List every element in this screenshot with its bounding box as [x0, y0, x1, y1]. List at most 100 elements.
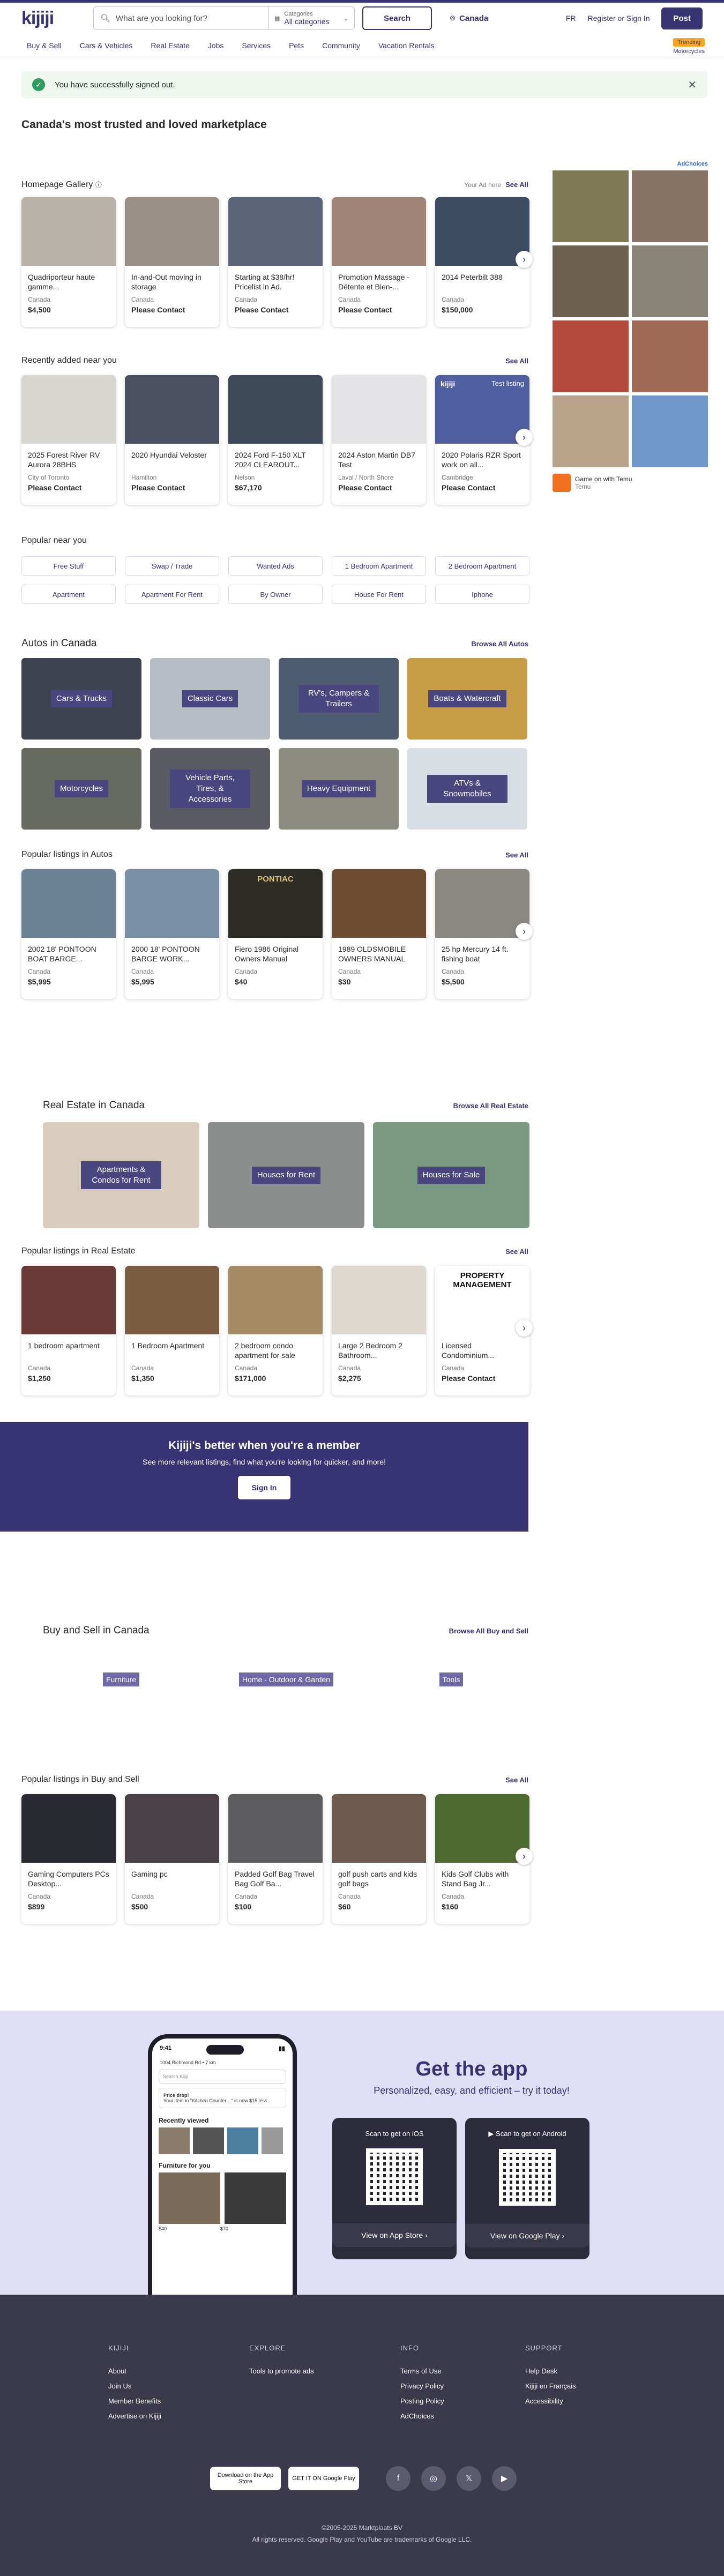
- category-select[interactable]: ▦ Categories All categories ⌄: [268, 7, 354, 29]
- footer-link[interactable]: Member Benefits: [108, 2397, 161, 2405]
- popular-search-pill[interactable]: Iphone: [435, 585, 529, 604]
- popular-search-pill[interactable]: Wanted Ads: [228, 556, 323, 576]
- footer-link[interactable]: Accessibility: [525, 2397, 576, 2405]
- post-ad-button[interactable]: Post: [661, 7, 703, 29]
- auto-category-tile[interactable]: Heavy Equipment: [279, 748, 399, 830]
- buy-sell-category-tile[interactable]: Furniture: [43, 1672, 199, 1686]
- ad-image[interactable]: [632, 395, 708, 467]
- listing-card[interactable]: golf push carts and kids golf bags Canada…: [332, 1794, 426, 1924]
- listing-card[interactable]: 1 bedroom apartment Canada $1,250: [21, 1266, 116, 1395]
- listing-card[interactable]: Gaming Computers PCs Desktop... Canada $89…: [21, 1794, 116, 1924]
- listing-card[interactable]: Quadriporteur haute gamme... Canada $4,500: [21, 197, 116, 327]
- real-estate-category-tile[interactable]: Apartments & Condos for Rent: [43, 1122, 199, 1228]
- youtube-icon[interactable]: ▶: [492, 2466, 517, 2491]
- browse-buy-sell-link[interactable]: Browse All Buy and Sell: [449, 1627, 528, 1635]
- footer-link[interactable]: Join Us: [108, 2382, 161, 2390]
- popular-search-pill[interactable]: House For Rent: [332, 585, 426, 604]
- footer-link[interactable]: Kijiji en Français: [525, 2382, 576, 2390]
- buy-sell-category-tile[interactable]: Home - Outdoor & Garden: [208, 1672, 364, 1686]
- nav-item[interactable]: Real Estate: [151, 41, 189, 50]
- listing-card[interactable]: Padded Golf Bag Travel Bag Golf Ba... Can…: [228, 1794, 323, 1924]
- language-toggle[interactable]: FR: [566, 14, 576, 23]
- location-selector[interactable]: ⌾ Canada: [450, 14, 488, 23]
- nav-item[interactable]: Community: [322, 41, 360, 50]
- listing-card[interactable]: kijiji Test listing 2020 Polaris RZR Sport…: [435, 375, 529, 505]
- footer-link[interactable]: Help Desk: [525, 2367, 576, 2375]
- x-twitter-icon[interactable]: 𝕏: [457, 2466, 481, 2491]
- nav-item[interactable]: Services: [242, 41, 271, 50]
- see-all-link[interactable]: See All: [505, 1248, 528, 1256]
- footer-link[interactable]: Privacy Policy: [400, 2382, 444, 2390]
- ad-image[interactable]: [632, 245, 708, 317]
- nav-item[interactable]: Cars & Vehicles: [80, 41, 133, 50]
- nav-item[interactable]: Vacation Rentals: [378, 41, 435, 50]
- listing-card[interactable]: 2024 Ford F-150 XLT 2024 CLEAROUT... Nels…: [228, 375, 323, 505]
- next-arrow-button[interactable]: ›: [516, 251, 533, 268]
- close-icon[interactable]: ✕: [688, 78, 697, 92]
- listing-card[interactable]: 1 Bedroom Apartment Canada $1,350: [125, 1266, 219, 1395]
- listing-card[interactable]: Gaming pc Canada $500: [125, 1794, 219, 1924]
- auto-category-tile[interactable]: ATVs & Snowmobiles: [407, 748, 527, 830]
- listing-card[interactable]: 2000 18' PONTOON BARGE WORK... Canada $5,9…: [125, 869, 219, 999]
- register-signin-link[interactable]: Register or Sign In: [588, 14, 650, 23]
- listing-card[interactable]: PONTIAC Fiero 1986 Original Owners Manual…: [228, 869, 323, 999]
- next-arrow-button[interactable]: ›: [516, 1319, 533, 1336]
- listing-card[interactable]: 2025 Forest River RV Aurora 28BHS City of…: [21, 375, 116, 505]
- info-icon[interactable]: ⓘ: [95, 181, 102, 189]
- next-arrow-button[interactable]: ›: [516, 923, 533, 940]
- facebook-icon[interactable]: f: [386, 2466, 410, 2491]
- see-all-link[interactable]: See All: [505, 1776, 528, 1784]
- auto-category-tile[interactable]: Boats & Watercraft: [407, 658, 527, 740]
- popular-search-pill[interactable]: Swap / Trade: [125, 556, 219, 576]
- nav-item[interactable]: Pets: [289, 41, 304, 50]
- trending-badge[interactable]: Trending Motorcycles: [673, 38, 705, 55]
- listing-card[interactable]: PROPERTY MANAGEMENT Licensed Condominium.…: [435, 1266, 529, 1395]
- footer-link[interactable]: AdChoices: [400, 2412, 444, 2420]
- app-store-link[interactable]: View on App Store ›: [332, 2223, 457, 2247]
- auto-category-tile[interactable]: Vehicle Parts, Tires, & Accessories: [150, 748, 270, 830]
- ad-image[interactable]: [553, 245, 629, 317]
- kijiji-logo[interactable]: kijiji: [21, 8, 86, 29]
- footer-link[interactable]: Advertise on Kijiji: [108, 2412, 161, 2420]
- real-estate-category-tile[interactable]: Houses for Rent: [208, 1122, 364, 1228]
- instagram-icon[interactable]: ◎: [421, 2466, 446, 2491]
- nav-item[interactable]: Jobs: [208, 41, 224, 50]
- ad-image-grid[interactable]: [553, 170, 708, 467]
- ad-image[interactable]: [553, 395, 629, 467]
- app-store-badge[interactable]: Download on the App Store: [210, 2467, 281, 2490]
- real-estate-category-tile[interactable]: Houses for Sale: [373, 1122, 529, 1228]
- see-all-link[interactable]: See All: [505, 181, 528, 189]
- auto-category-tile[interactable]: Motorcycles: [21, 748, 141, 830]
- listing-card[interactable]: 2020 Hyundai Veloster Hamilton Please Cont…: [125, 375, 219, 505]
- listing-card[interactable]: Starting at $38/hr! Pricelist in Ad. Cana…: [228, 197, 323, 327]
- footer-link[interactable]: Tools to promote ads: [249, 2367, 314, 2375]
- footer-link[interactable]: Terms of Use: [400, 2367, 444, 2375]
- footer-link[interactable]: About: [108, 2367, 161, 2375]
- popular-search-pill[interactable]: Free Stuff: [21, 556, 116, 576]
- ad-image[interactable]: [632, 170, 708, 242]
- popular-search-pill[interactable]: 2 Bedroom Apartment: [435, 556, 529, 576]
- see-all-link[interactable]: See All: [505, 357, 528, 365]
- popular-search-pill[interactable]: Apartment: [21, 585, 116, 604]
- listing-card[interactable]: 2024 Aston Martin DB7 Test Laval / North …: [332, 375, 426, 505]
- google-play-link[interactable]: View on Google Play ›: [465, 2224, 589, 2248]
- ad-image[interactable]: [553, 320, 629, 392]
- auto-category-tile[interactable]: RV's, Campers & Trailers: [279, 658, 399, 740]
- popular-search-pill[interactable]: By Owner: [228, 585, 323, 604]
- popular-search-pill[interactable]: 1 Bedroom Apartment: [332, 556, 426, 576]
- footer-link[interactable]: Posting Policy: [400, 2397, 444, 2405]
- sign-in-button[interactable]: Sign In: [237, 1476, 291, 1499]
- ad-image[interactable]: [632, 320, 708, 392]
- nav-item[interactable]: Buy & Sell: [27, 41, 62, 50]
- auto-category-tile[interactable]: Cars & Trucks: [21, 658, 141, 740]
- see-all-link[interactable]: See All: [505, 851, 528, 859]
- next-arrow-button[interactable]: ›: [516, 1848, 533, 1865]
- adchoices-label[interactable]: AdChoices: [553, 161, 708, 167]
- google-play-badge[interactable]: GET IT ON Google Play: [288, 2467, 359, 2490]
- listing-card[interactable]: 25 hp Mercury 14 ft. fishing boat Canada $…: [435, 869, 529, 999]
- search-button[interactable]: Search: [362, 6, 432, 30]
- listing-card[interactable]: Promotion Massage - Détente et Bien-... C…: [332, 197, 426, 327]
- listing-card[interactable]: Kids Golf Clubs with Stand Bag Jr... Cana…: [435, 1794, 529, 1924]
- search-input[interactable]: 🔍︎ What are you looking for?: [94, 13, 268, 24]
- ad-footer[interactable]: Game on with Temu Temu: [553, 474, 708, 492]
